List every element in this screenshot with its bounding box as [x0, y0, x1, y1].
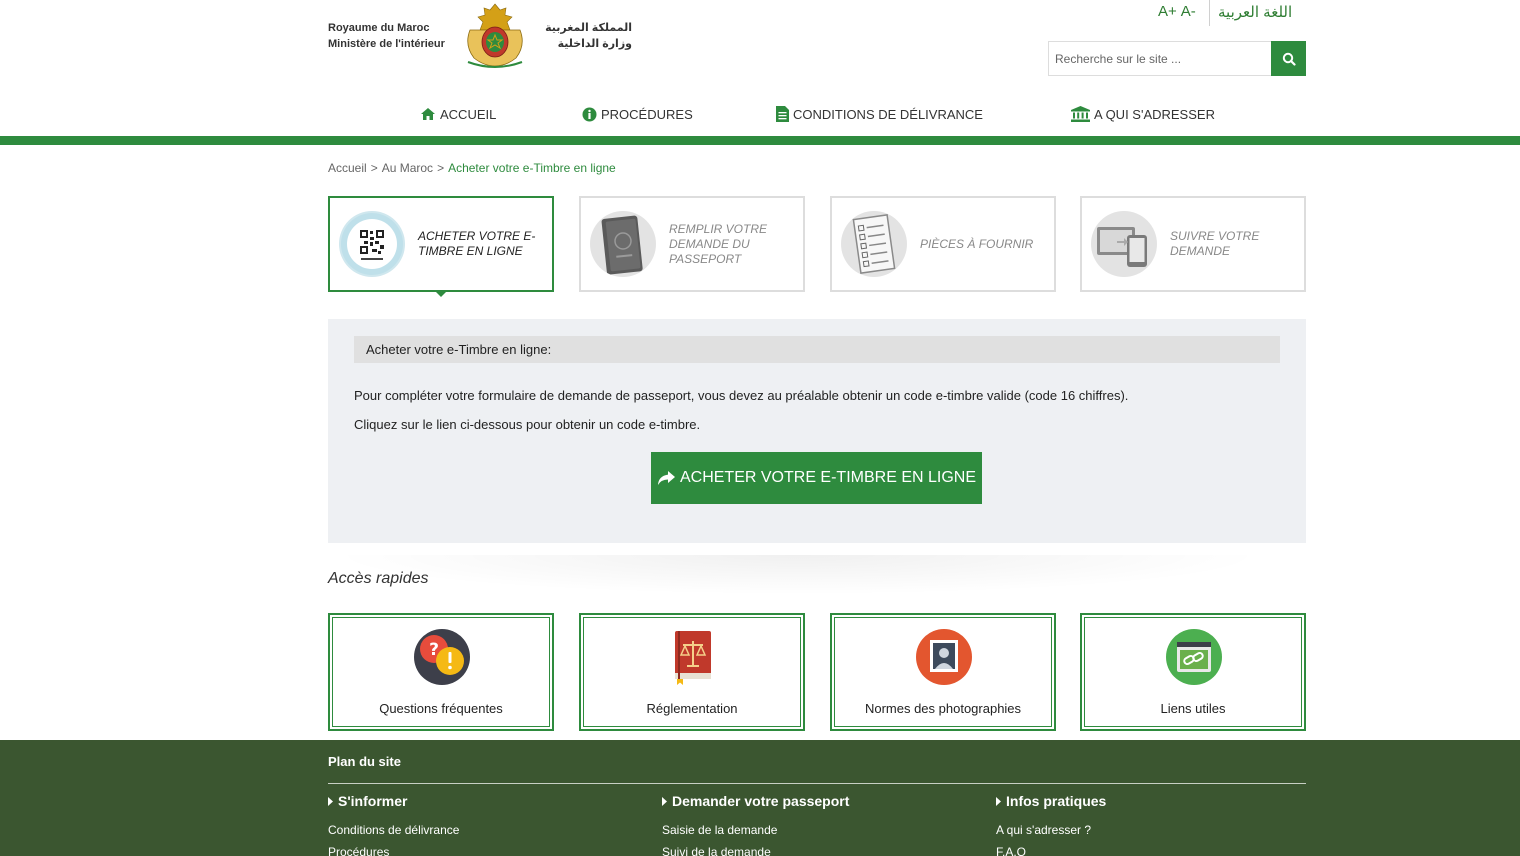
breadcrumb-current: Acheter votre e-Timbre en ligne	[448, 161, 616, 175]
step-acheter-etimbre[interactable]: Acheter votre e-Timbre en ligne	[328, 196, 554, 297]
language-bar: A+ A- اللغة العربية	[1150, 0, 1310, 26]
quick-card-label: Normes des photographies	[864, 701, 1022, 716]
ministry-brand[interactable]: Royaume du Maroc Ministère de l'intérieu…	[328, 0, 648, 72]
nav-label: A qui s'adresser	[1094, 106, 1215, 122]
royal-emblem-icon	[467, 3, 523, 68]
footer-column-heading[interactable]: S'informer	[328, 792, 628, 810]
step-remplir-demande[interactable]: Remplir votre demande du passeport	[579, 196, 805, 292]
caret-right-icon	[662, 796, 667, 806]
breadcrumb-separator: >	[370, 161, 378, 175]
panel-description: Pour compléter votre formulaire de deman…	[354, 388, 1129, 403]
brand-fr-line1: Royaume du Maroc	[328, 22, 430, 34]
brand-ar-line1: المملكة المغربية	[545, 22, 632, 34]
footer-link[interactable]: F.A.Q	[996, 845, 1296, 856]
footer-column-infos-pratiques: Infos pratiques A qui s'adresser ? F.A.Q	[996, 792, 1296, 856]
breadcrumb: Accueil > Au Maroc > Acheter votre e-Timbre …	[328, 161, 616, 175]
step-suivre-demande[interactable]: Suivre votre demande	[1080, 196, 1306, 292]
nav-item-procedures[interactable]: Procédures	[582, 100, 693, 128]
quick-card-reglementation[interactable]: Réglementation	[579, 613, 805, 731]
home-icon	[421, 108, 435, 120]
etimbre-panel: Acheter votre e-Timbre en ligne: Pour co…	[328, 319, 1306, 543]
footer-column-heading[interactable]: Demander votre passeport	[662, 792, 962, 810]
law-book-icon	[675, 631, 711, 685]
buy-etimbre-label: Acheter votre e-Timbre en ligne	[679, 469, 977, 486]
passport-icon	[590, 211, 656, 277]
header-divider	[0, 136, 1520, 145]
info-icon	[582, 107, 597, 121]
step-label: Pièces à fournir	[920, 236, 1034, 251]
checklist-icon	[841, 211, 907, 277]
step-label: Acheter votre e-Timbre en ligne	[418, 229, 536, 258]
quick-card-normes-photos[interactable]: Normes des photographies	[830, 613, 1056, 731]
step-label: Suivre votre demande	[1170, 229, 1260, 258]
footer-column-heading[interactable]: Infos pratiques	[996, 792, 1296, 810]
quick-card-liens-utiles[interactable]: Liens utiles	[1080, 613, 1306, 731]
brand-arabic: المملكة المغربية وزارة الداخلية	[536, 20, 632, 52]
share-arrow-icon	[657, 470, 675, 485]
step-pieces-a-fournir[interactable]: Pièces à fournir	[830, 196, 1056, 292]
breadcrumb-accueil[interactable]: Accueil	[328, 161, 367, 175]
panel-title: Acheter votre e-Timbre en ligne:	[354, 336, 1280, 363]
quick-card-label: Liens utiles	[1160, 701, 1226, 716]
faq-icon: ?	[414, 629, 470, 685]
devices-icon	[1091, 211, 1157, 277]
footer-heading-label: Infos pratiques	[1006, 793, 1107, 809]
breadcrumb-separator: >	[437, 161, 445, 175]
qr-stamp-icon	[339, 211, 405, 277]
footer-link[interactable]: Procédures	[328, 845, 628, 856]
footer-divider	[328, 783, 1306, 784]
search-icon	[1282, 52, 1296, 66]
main-nav: Accueil Procédures Conditions de délivra…	[328, 100, 1306, 128]
footer-link[interactable]: Conditions de délivrance	[328, 823, 628, 837]
nav-label: Conditions de délivrance	[793, 106, 983, 122]
caret-right-icon	[996, 796, 1001, 806]
site-footer: Plan du site S'informer Conditions de dé…	[0, 740, 1520, 856]
breadcrumb-au-maroc[interactable]: Au Maroc	[382, 161, 433, 175]
document-icon	[776, 106, 789, 122]
quick-access-title: Accès rapides	[328, 570, 429, 587]
active-step-arrow	[434, 290, 448, 297]
buy-etimbre-button[interactable]: Acheter votre e-Timbre en ligne	[651, 452, 982, 504]
photo-id-icon	[916, 629, 972, 685]
quick-card-label: Questions fréquentes	[379, 701, 503, 716]
brand-fr-line2: Ministère de l'intérieur	[328, 38, 445, 50]
font-increase-button[interactable]: A+	[1158, 3, 1177, 20]
quick-card-label: Réglementation	[646, 701, 738, 716]
search-box	[1048, 41, 1306, 76]
footer-link[interactable]: Saisie de la demande	[662, 823, 962, 837]
nav-item-accueil[interactable]: Accueil	[420, 100, 496, 128]
quick-access-shadow	[328, 555, 1268, 595]
caret-right-icon	[328, 796, 333, 806]
footer-heading-label: S'informer	[338, 793, 408, 809]
link-icon	[1166, 629, 1222, 685]
footer-link[interactable]: A qui s'adresser ?	[996, 823, 1296, 837]
nav-item-a-qui-sadresser[interactable]: A qui s'adresser	[1071, 100, 1215, 128]
brand-ar-line2: وزارة الداخلية	[557, 38, 632, 50]
institution-icon	[1071, 106, 1090, 122]
search-input[interactable]	[1049, 42, 1271, 75]
search-button[interactable]	[1271, 41, 1306, 76]
font-decrease-button[interactable]: A-	[1181, 3, 1196, 20]
nav-label: Procédures	[601, 106, 693, 122]
nav-item-conditions[interactable]: Conditions de délivrance	[776, 100, 983, 128]
arabic-language-link[interactable]: اللغة العربية	[1218, 3, 1292, 21]
site-header: Royaume du Maroc Ministère de l'intérieu…	[0, 0, 1520, 145]
panel-instruction: Cliquez sur le lien ci-dessous pour obte…	[354, 417, 701, 432]
footer-title: Plan du site	[328, 754, 401, 769]
step-label: Remplir votre demande du passeport	[669, 221, 768, 266]
svg-text:?: ?	[429, 640, 439, 660]
nav-label: Accueil	[440, 106, 497, 122]
footer-column-sinformer: S'informer Conditions de délivrance Proc…	[328, 792, 628, 856]
quick-card-faq[interactable]: ? Questions fréquentes	[328, 613, 554, 731]
footer-column-demander-passeport: Demander votre passeport Saisie de la de…	[662, 792, 962, 856]
language-separator	[1209, 0, 1210, 26]
brand-french: Royaume du Maroc Ministère de l'intérieu…	[328, 20, 445, 52]
footer-link[interactable]: Suivi de la demande	[662, 845, 962, 856]
font-size-controls: A+ A-	[1158, 3, 1200, 20]
footer-heading-label: Demander votre passeport	[672, 793, 850, 809]
